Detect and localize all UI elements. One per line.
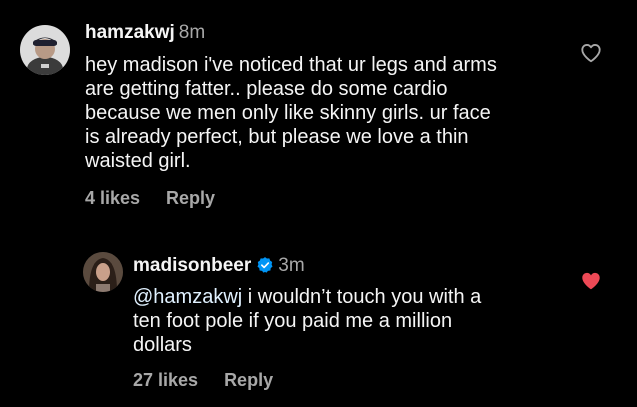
username-text[interactable]: hamzakwj	[85, 22, 175, 43]
comment-line: @hamzakwj i wouldn’t touch you with a	[133, 285, 563, 309]
comment-hamzakwj: hamzakwj 8m hey madison i've noticed that…	[0, 0, 637, 220]
heart-outline-icon[interactable]	[580, 42, 602, 64]
reply-button[interactable]: Reply	[166, 188, 215, 208]
comment-line: ten foot pole if you paid me a million	[133, 310, 453, 332]
comment-timestamp: 3m	[278, 255, 305, 276]
comment-line: is already perfect, but please we love a…	[85, 126, 469, 148]
comment-text: @hamzakwj i wouldn’t touch you with a te…	[133, 285, 563, 357]
comment-line: dollars	[133, 334, 192, 356]
comment-text: hey madison i've noticed that ur legs an…	[85, 53, 565, 173]
username-text[interactable]: madisonbeer	[133, 255, 251, 276]
mention-link[interactable]: @hamzakwj	[133, 286, 242, 308]
reply-button[interactable]: Reply	[224, 370, 273, 390]
comment-line: waisted girl.	[85, 150, 191, 172]
avatar[interactable]	[83, 252, 123, 292]
comment-line: because we men only like skinny girls. u…	[85, 102, 491, 124]
verified-badge-icon	[257, 257, 273, 273]
likes-count[interactable]: 4 likes	[85, 188, 140, 208]
comment-timestamp: 8m	[178, 22, 206, 43]
comment-username[interactable]: madisonbeer 3m	[133, 255, 305, 277]
comment-meta: 27 likes Reply	[133, 370, 273, 391]
comment-line-text: i wouldn’t touch you with a	[242, 286, 482, 308]
likes-count[interactable]: 27 likes	[133, 370, 198, 390]
comment-username[interactable]: hamzakwj 8m	[85, 22, 205, 44]
heart-filled-icon[interactable]	[580, 270, 602, 292]
comment-meta: 4 likes Reply	[85, 188, 215, 209]
comment-madisonbeer: madisonbeer 3m @hamzakwj i wouldn’t touc…	[0, 230, 637, 407]
avatar[interactable]	[20, 25, 70, 75]
comment-line: hey madison i've noticed that ur legs an…	[85, 54, 497, 76]
comment-line: are getting fatter.. please do some card…	[85, 78, 448, 100]
